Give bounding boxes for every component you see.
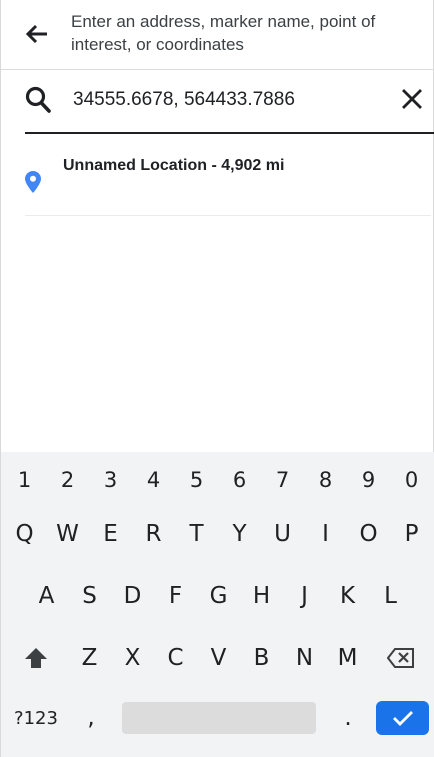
key-i[interactable]: I [304, 509, 347, 559]
key-o[interactable]: O [347, 509, 390, 559]
arrow-back-icon [26, 24, 47, 44]
location-pin-icon [25, 171, 41, 193]
space-bar[interactable] [122, 702, 316, 734]
backspace-key[interactable] [377, 633, 425, 683]
close-icon [402, 89, 422, 109]
key-w[interactable]: W [46, 509, 89, 559]
key-g[interactable]: G [197, 571, 240, 621]
key-t[interactable]: T [175, 509, 218, 559]
key-b[interactable]: B [240, 633, 283, 683]
key-m[interactable]: M [326, 633, 369, 683]
key-d[interactable]: D [111, 571, 154, 621]
key-f[interactable]: F [154, 571, 197, 621]
search-header: Enter an address, marker name, point of … [1, 0, 434, 70]
search-bar [25, 72, 434, 134]
key-v[interactable]: V [197, 633, 240, 683]
key-k[interactable]: K [326, 571, 369, 621]
backspace-icon [387, 648, 414, 668]
key-9[interactable]: 9 [347, 455, 390, 505]
enter-key[interactable] [376, 701, 429, 735]
search-icon [25, 86, 51, 113]
key-z[interactable]: Z [68, 633, 111, 683]
back-button[interactable] [19, 18, 55, 50]
key-q[interactable]: Q [3, 509, 46, 559]
key-a[interactable]: A [25, 571, 68, 621]
clear-search-button[interactable] [397, 84, 427, 114]
shift-key[interactable] [13, 633, 59, 683]
key-n[interactable]: N [283, 633, 326, 683]
search-input[interactable] [73, 84, 373, 116]
result-label: Unnamed Location - 4,902 mi [63, 157, 285, 174]
key-s[interactable]: S [68, 571, 111, 621]
key-3[interactable]: 3 [89, 455, 132, 505]
period-key[interactable]: . [329, 692, 367, 744]
key-7[interactable]: 7 [261, 455, 304, 505]
key-2[interactable]: 2 [46, 455, 89, 505]
key-5[interactable]: 5 [175, 455, 218, 505]
check-icon [392, 711, 413, 726]
number-row: 1 2 3 4 5 6 7 8 9 0 [1, 455, 434, 505]
key-0[interactable]: 0 [390, 455, 433, 505]
key-j[interactable]: J [283, 571, 326, 621]
key-u[interactable]: U [261, 509, 304, 559]
key-1[interactable]: 1 [3, 455, 46, 505]
key-4[interactable]: 4 [132, 455, 175, 505]
result-item[interactable]: Unnamed Location - 4,902 mi [25, 136, 431, 216]
key-r[interactable]: R [132, 509, 175, 559]
key-y[interactable]: Y [218, 509, 261, 559]
letter-row-1: Q W E R T Y U I O P [1, 509, 434, 559]
key-8[interactable]: 8 [304, 455, 347, 505]
letter-row-2: A S D F G H J K L [1, 571, 434, 621]
key-c[interactable]: C [154, 633, 197, 683]
key-h[interactable]: H [240, 571, 283, 621]
comma-key[interactable]: , [73, 692, 109, 744]
search-hint: Enter an address, marker name, point of … [71, 12, 376, 54]
key-x[interactable]: X [111, 633, 154, 683]
key-p[interactable]: P [390, 509, 433, 559]
app-screen: Enter an address, marker name, point of … [0, 0, 434, 757]
letter-row-3: Z X C V B N M [1, 633, 434, 683]
shift-icon [25, 648, 47, 668]
symbols-key[interactable]: ?123 [7, 692, 65, 744]
key-6[interactable]: 6 [218, 455, 261, 505]
key-e[interactable]: E [89, 509, 132, 559]
key-l[interactable]: L [369, 571, 412, 621]
